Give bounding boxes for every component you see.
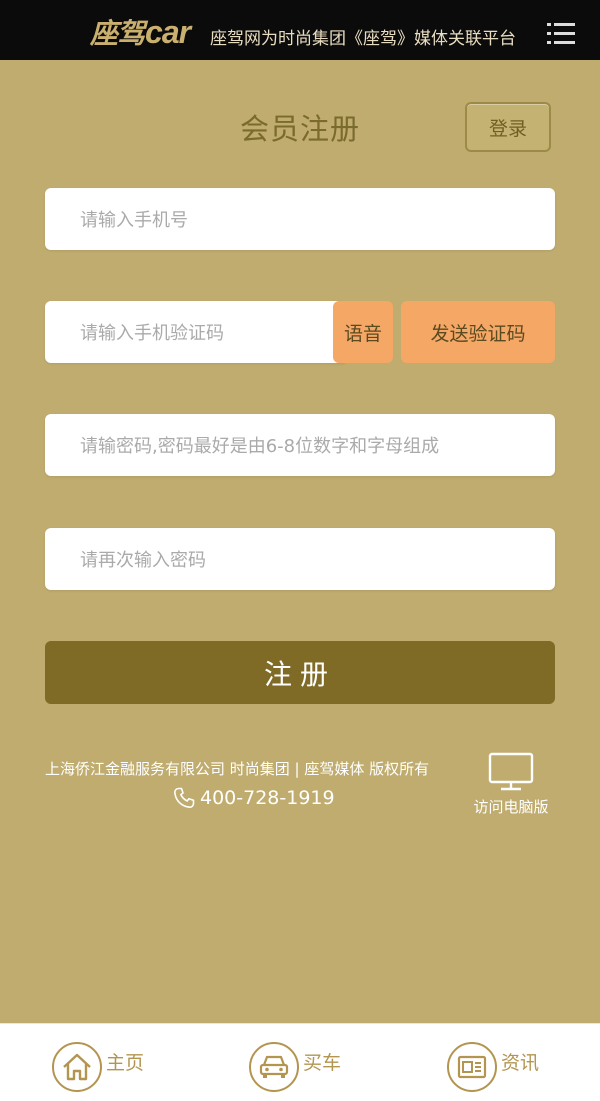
hotline[interactable]: 400-728-1919	[172, 786, 335, 810]
nav-label-home: 主页	[106, 1051, 145, 1074]
nav-label-buy-car: 买车	[303, 1051, 342, 1074]
logo-cn-text: 座驾	[90, 17, 145, 50]
logo-en-text: car	[145, 14, 191, 50]
confirm-placeholder: 请再次输入密码	[80, 550, 206, 571]
password-placeholder: 请输密码,密码最好是由6-8位数字和字母组成	[80, 436, 440, 457]
password-input[interactable]: 请输密码,密码最好是由6-8位数字和字母组成	[45, 414, 555, 476]
nav-label-news: 资讯	[501, 1051, 540, 1074]
bottom-navigation: 主页 买车 资讯	[0, 1023, 600, 1101]
send-code-button[interactable]: 发送验证码	[401, 301, 555, 363]
top-header: 座驾 car 座驾网为时尚集团《座驾》媒体关联平台	[0, 0, 600, 60]
phone-number: 400-728-1919	[200, 787, 335, 809]
desktop-version-label: 访问电脑版	[473, 798, 549, 816]
phone-icon	[174, 787, 195, 808]
home-icon	[52, 1042, 102, 1092]
nav-item-news[interactable]: 资讯	[447, 1042, 539, 1092]
menu-icon[interactable]	[547, 23, 575, 45]
login-button[interactable]: 登录	[465, 102, 551, 152]
register-button[interactable]: 注册	[45, 641, 555, 704]
confirm-password-input[interactable]: 请再次输入密码	[45, 528, 555, 590]
code-placeholder: 请输入手机验证码	[80, 323, 224, 344]
header-slogan: 座驾网为时尚集团《座驾》媒体关联平台	[210, 29, 516, 49]
copyright-text: 上海侨江金融服务有限公司 时尚集团 | 座驾媒体 版权所有	[45, 760, 430, 778]
nav-item-buy-car[interactable]: 买车	[249, 1042, 341, 1092]
desktop-version-link[interactable]: 访问电脑版	[466, 752, 556, 817]
car-icon	[249, 1042, 299, 1092]
phone-input[interactable]: 请输入手机号	[45, 188, 555, 250]
nav-item-home[interactable]: 主页	[52, 1042, 144, 1092]
phone-placeholder: 请输入手机号	[80, 210, 188, 231]
voice-code-button[interactable]: 语音	[333, 301, 393, 363]
news-icon	[447, 1042, 497, 1092]
site-logo[interactable]: 座驾 car	[90, 12, 191, 52]
verification-code-input[interactable]: 请输入手机验证码	[45, 301, 345, 363]
monitor-icon	[488, 752, 534, 791]
